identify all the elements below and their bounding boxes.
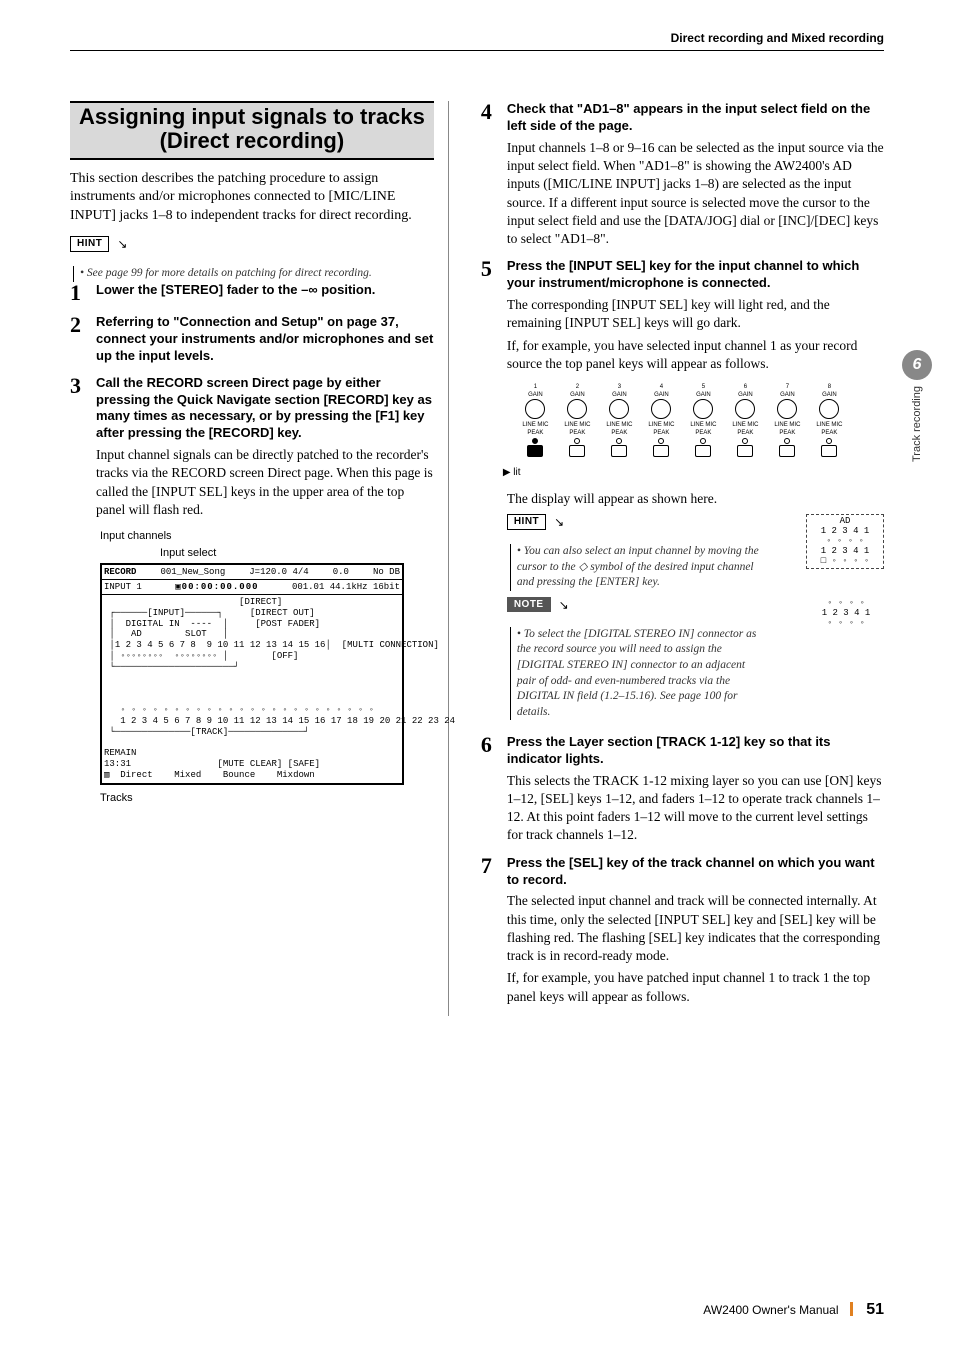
step-paragraph: If, for example, you have selected input… [507, 337, 884, 373]
knob-row-figure: 1GAINLINE MICPEAK 2GAINLINE MICPEAK 3GAI… [481, 383, 884, 458]
chapter-number: 6 [902, 350, 932, 380]
knob-8: 8GAINLINE MICPEAK [811, 383, 847, 458]
screen-time: ▣00:00:00.000 [175, 581, 258, 593]
record-screen-figure: RECORD 001_New_Song J=120.0 4/4 0.0 No D… [100, 563, 404, 785]
footer-bar-icon [850, 1302, 853, 1316]
note-text: • To select the [DIGITAL STEREO IN] conn… [510, 627, 767, 720]
note-flag: NOTE [507, 597, 551, 613]
mini-display-note: ◦ ◦ ◦ ◦ 1 2 3 4 1 ◦ ◦ ◦ ◦ [808, 597, 884, 631]
hint-block: HINT ↘ [507, 514, 798, 530]
step-head: Press the [INPUT SEL] key for the input … [507, 258, 884, 292]
knob-4: 4GAINLINE MICPEAK [643, 383, 679, 458]
hint-arrow-icon: ↘ [554, 514, 564, 530]
screen-subtitle: INPUT 1 [104, 581, 142, 593]
knob-3: 3GAINLINE MICPEAK [601, 383, 637, 458]
screen-title: RECORD [104, 567, 136, 577]
step-5: 5 Press the [INPUT SEL] key for the inpu… [481, 258, 884, 373]
step-head: Call the RECORD screen Direct page by ei… [96, 375, 434, 443]
figure-label-input-channels: Input channels [100, 529, 434, 544]
screen-rate: 001.01 44.1kHz 16bit [292, 581, 400, 593]
figure-label-tracks: Tracks [100, 791, 434, 806]
step-number: 6 [481, 734, 503, 756]
footer: AW2400 Owner's Manual 51 [703, 1299, 884, 1321]
knob-2: 2GAINLINE MICPEAK [559, 383, 595, 458]
step-paragraph: Input channel signals can be directly pa… [96, 446, 434, 519]
step-head: Press the [SEL] key of the track channel… [507, 855, 884, 889]
step-head: Check that "AD1–8" appears in the input … [507, 101, 884, 135]
step-number: 5 [481, 258, 503, 280]
knob-5: 5GAINLINE MICPEAK [685, 383, 721, 458]
hint-block: HINT ↘ [70, 236, 434, 252]
step-6: 6 Press the Layer section [TRACK 1-12] k… [481, 734, 884, 845]
chapter-label: Track recording [910, 386, 925, 462]
screen-song: 001_New_Song [160, 566, 225, 578]
mini-display-ad: AD 1 2 3 4 1 ◦ ◦ ◦ ◦ 1 2 3 4 1 □ ◦ ◦ ◦ ◦ [806, 514, 884, 569]
lit-label: ▶ lit [503, 466, 884, 480]
hint-flag: HINT [507, 514, 546, 530]
intro-paragraph: This section describes the patching proc… [70, 170, 434, 227]
note-block: NOTE ↘ [507, 597, 800, 613]
figure-label-input-select: Input select [160, 546, 434, 561]
knob-7: 7GAINLINE MICPEAK [769, 383, 805, 458]
screen-db: No DB [373, 566, 400, 578]
step-number: 4 [481, 101, 503, 123]
step-paragraph: Input channels 1–8 or 9–16 can be select… [507, 139, 884, 248]
note-arrow-icon: ↘ [559, 597, 569, 613]
hint-flag: HINT [70, 236, 109, 252]
step-paragraph: If, for example, you have patched input … [507, 969, 884, 1005]
step-paragraph: The corresponding [INPUT SEL] key will l… [507, 296, 884, 332]
section-title: Assigning input signals to tracks (Direc… [70, 101, 434, 159]
chapter-tab: 6 Track recording [902, 350, 932, 462]
screen-body: [DIRECT] ┌──────[INPUT]──────┐ [DIRECT O… [102, 595, 402, 783]
screen-tempo: J=120.0 4/4 [249, 566, 308, 578]
step-paragraph: This selects the TRACK 1-12 mixing layer… [507, 772, 884, 845]
manual-name: AW2400 Owner's Manual [703, 1303, 838, 1317]
step-head: Referring to "Connection and Setup" on p… [96, 314, 434, 365]
step-2: 2 Referring to "Connection and Setup" on… [70, 314, 434, 365]
knob-6: 6GAINLINE MICPEAK [727, 383, 763, 458]
step-3: 3 Call the RECORD screen Direct page by … [70, 375, 434, 519]
step-4: 4 Check that "AD1–8" appears in the inpu… [481, 101, 884, 248]
step-paragraph: The selected input channel and track wil… [507, 892, 884, 965]
knob-1: 1GAINLINE MICPEAK [517, 383, 553, 458]
step-head: Lower the [STEREO] fader to the –∞ posit… [96, 282, 434, 299]
breadcrumb: Direct recording and Mixed recording [70, 30, 884, 46]
step-number: 7 [481, 855, 503, 877]
step-number: 3 [70, 375, 92, 397]
hint-text: • See page 99 for more details on patchi… [73, 266, 434, 282]
step-paragraph: The display will appear as shown here. [507, 490, 884, 508]
step-1: 1 Lower the [STEREO] fader to the –∞ pos… [70, 282, 434, 304]
screen-meas: 0.0 [333, 566, 349, 578]
header-rule [70, 50, 884, 51]
hint-text: • You can also select an input channel b… [510, 544, 767, 591]
step-number: 1 [70, 282, 92, 304]
step-number: 2 [70, 314, 92, 336]
hint-arrow-icon: ↘ [117, 236, 127, 252]
step-head: Press the Layer section [TRACK 1-12] key… [507, 734, 884, 768]
step-7: 7 Press the [SEL] key of the track chann… [481, 855, 884, 1006]
page-number: 51 [866, 1301, 884, 1318]
